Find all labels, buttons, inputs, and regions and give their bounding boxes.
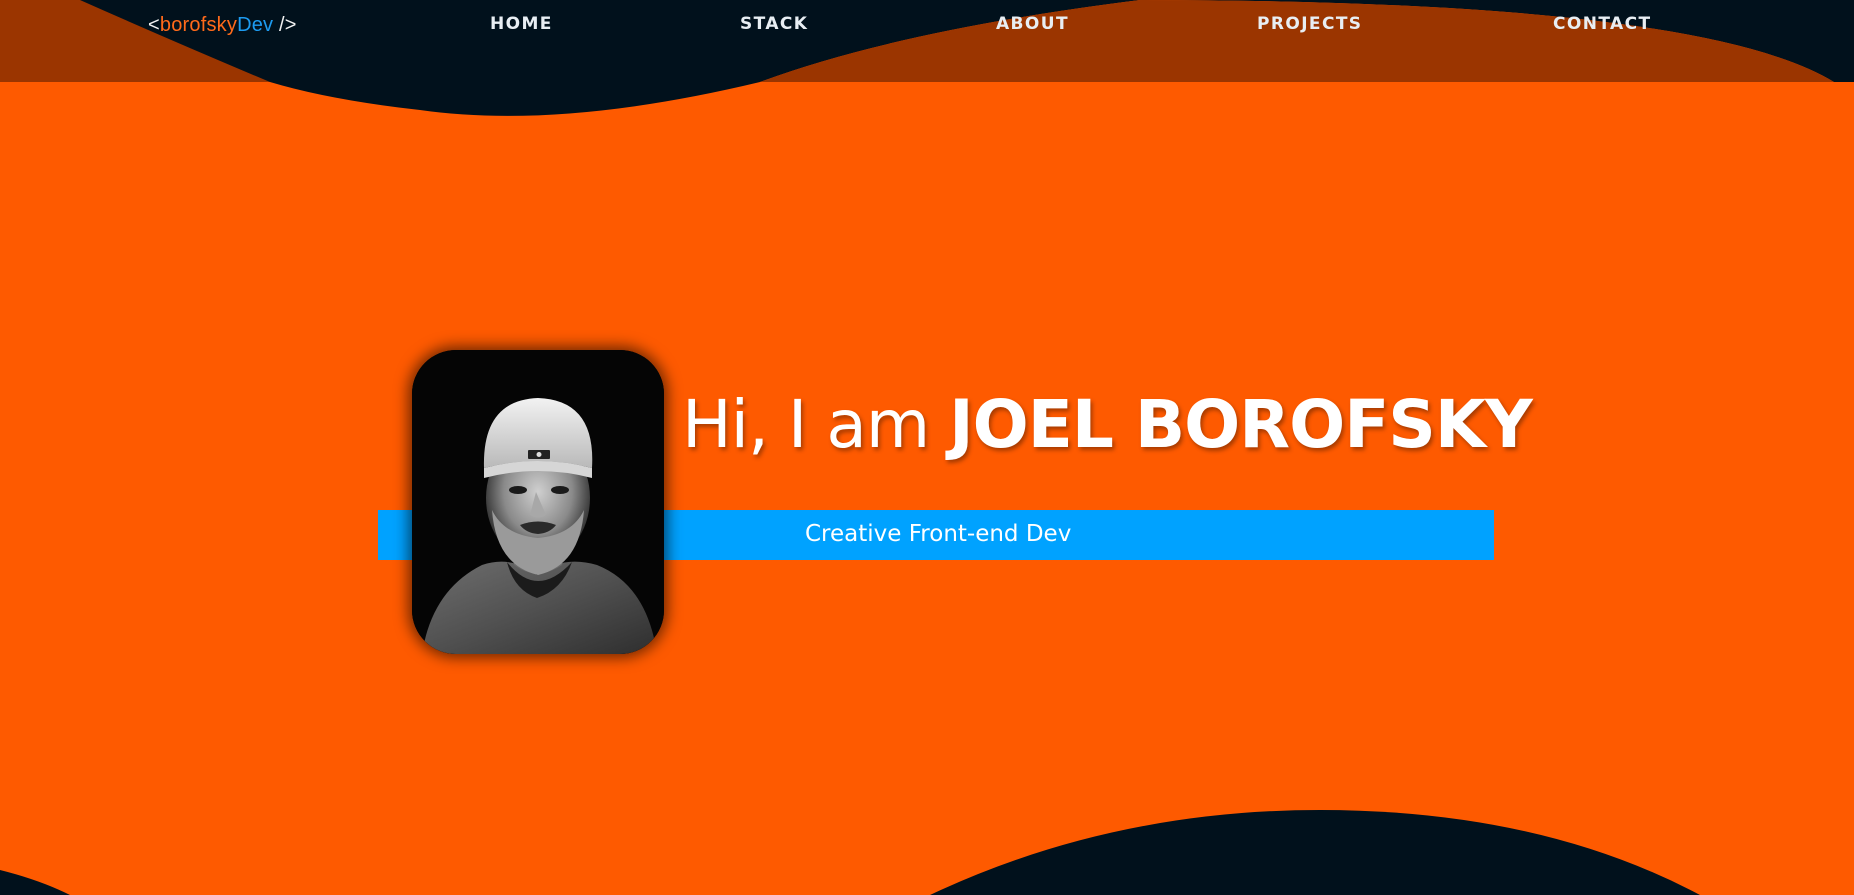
logo-name-part: borofsky — [159, 14, 238, 36]
hero-section: Creative Front-end Dev Hi, I am JOEL BOR… — [0, 0, 1854, 895]
hero-greeting: Hi, I am — [682, 386, 950, 463]
nav-home-link[interactable]: HOME — [490, 14, 553, 34]
logo-close-bracket: /> — [273, 14, 297, 36]
nav-about-link[interactable]: ABOUT — [996, 14, 1069, 34]
profile-photo — [412, 350, 664, 654]
top-navigation: <borofskyDev /> HOME STACK ABOUT PROJECT… — [0, 0, 1854, 52]
nav-stack-link[interactable]: STACK — [740, 14, 808, 34]
nav-projects-link[interactable]: PROJECTS — [1257, 14, 1362, 34]
nav-contact-link[interactable]: CONTACT — [1553, 14, 1651, 34]
site-logo[interactable]: <borofskyDev /> — [148, 14, 297, 37]
logo-dev-part: Dev — [237, 14, 274, 36]
page: <borofskyDev /> HOME STACK ABOUT PROJECT… — [0, 0, 1854, 895]
hero-name: JOEL BOROFSKY — [949, 386, 1533, 463]
hero-headline: Hi, I am JOEL BOROFSKY — [682, 386, 1533, 463]
portrait-illustration — [412, 350, 664, 654]
logo-open-bracket: < — [148, 14, 160, 36]
hero-subtitle: Creative Front-end Dev — [805, 521, 1072, 547]
